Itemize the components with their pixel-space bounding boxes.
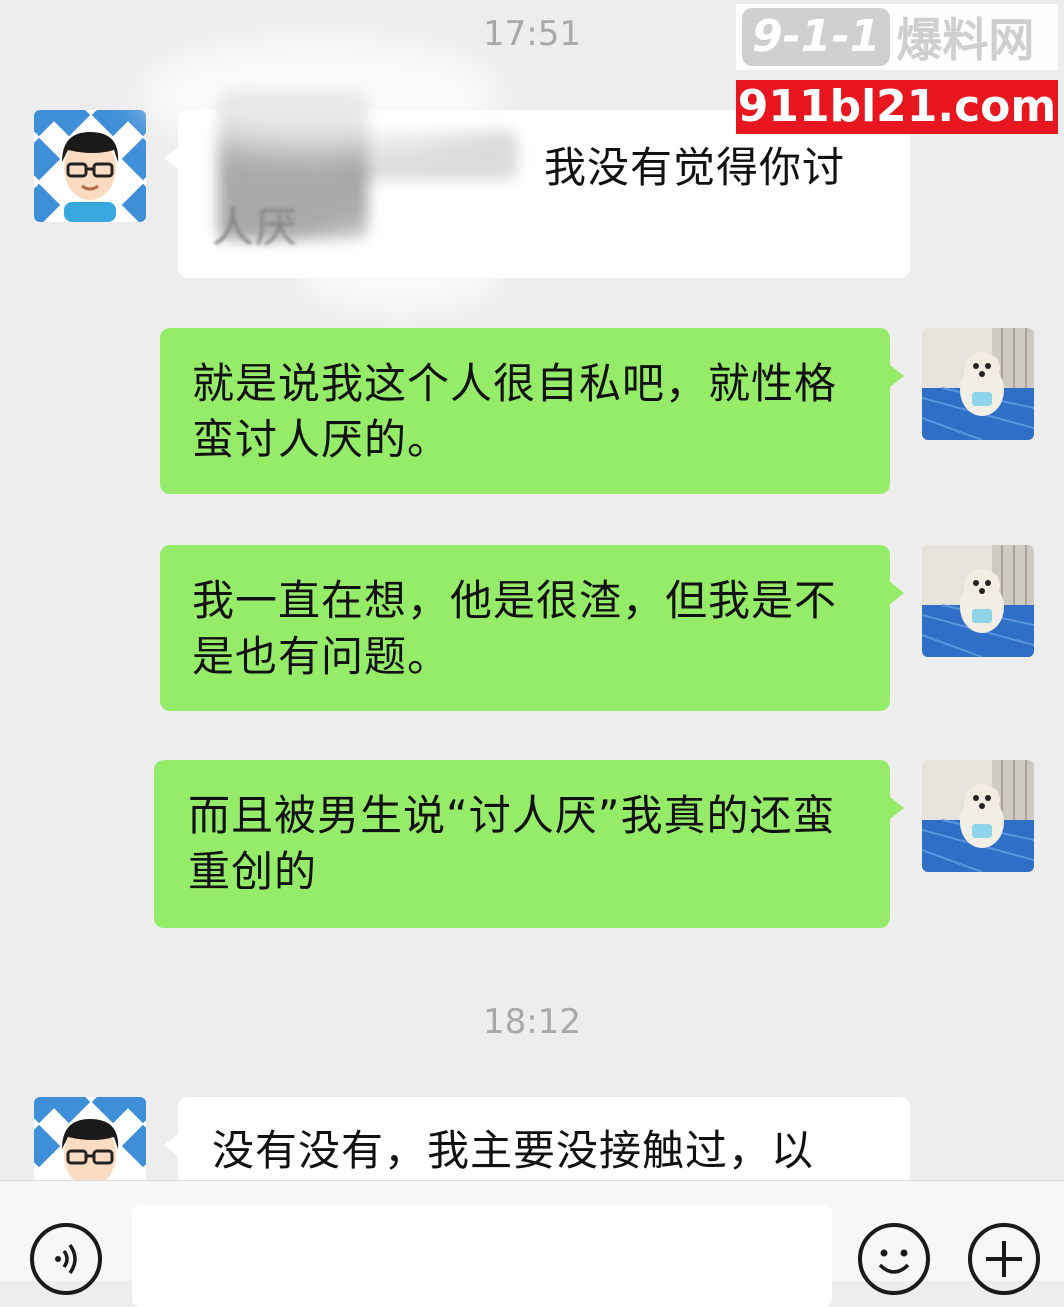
- message-bubble-outgoing[interactable]: 就是说我这个人很自私吧，就性格蛮讨人厌的。: [160, 328, 904, 494]
- message-text: 没有没有，我主要没接触过，以: [212, 1126, 815, 1175]
- redaction-smudge: [140, 40, 500, 150]
- message-bubble-outgoing[interactable]: 而且被男生说“讨人厌”我真的还蛮重创的: [154, 760, 904, 928]
- message-input[interactable]: [132, 1205, 832, 1307]
- my-avatar[interactable]: [922, 545, 1034, 657]
- message-text: 人厌: [212, 203, 299, 252]
- input-bar: [0, 1180, 1064, 1307]
- contact-avatar[interactable]: [34, 110, 146, 222]
- my-avatar[interactable]: [922, 760, 1034, 872]
- timestamp: 18:12: [483, 1002, 581, 1042]
- voice-icon: [55, 1243, 77, 1275]
- watermark-badge: 9-1-1: [742, 8, 891, 66]
- watermark: 9-1-1 爆料网 911bl21.com: [736, 4, 1058, 134]
- redaction-smudge: [300, 230, 500, 310]
- plus-icon: [986, 1241, 1022, 1277]
- plus-button[interactable]: [968, 1223, 1040, 1295]
- emoji-icon: [878, 1249, 910, 1274]
- message-text: 我没有觉得你讨: [544, 143, 846, 192]
- message-text: 而且被男生说“讨人厌”我真的还蛮重创的: [188, 791, 836, 896]
- watermark-header: 9-1-1 爆料网: [736, 4, 1058, 70]
- message-text: 我一直在想，他是很渣，但我是不是也有问题。: [192, 576, 838, 681]
- watermark-url: 911bl21.com: [736, 80, 1058, 134]
- watermark-name: 爆料网: [896, 13, 1035, 67]
- message-text: 就是说我这个人很自私吧，就性格蛮讨人厌的。: [192, 359, 838, 464]
- emoji-button[interactable]: [858, 1223, 930, 1295]
- my-avatar[interactable]: [922, 328, 1034, 440]
- message-bubble-outgoing[interactable]: 我一直在想，他是很渣，但我是不是也有问题。: [160, 545, 904, 711]
- voice-button[interactable]: [30, 1223, 102, 1295]
